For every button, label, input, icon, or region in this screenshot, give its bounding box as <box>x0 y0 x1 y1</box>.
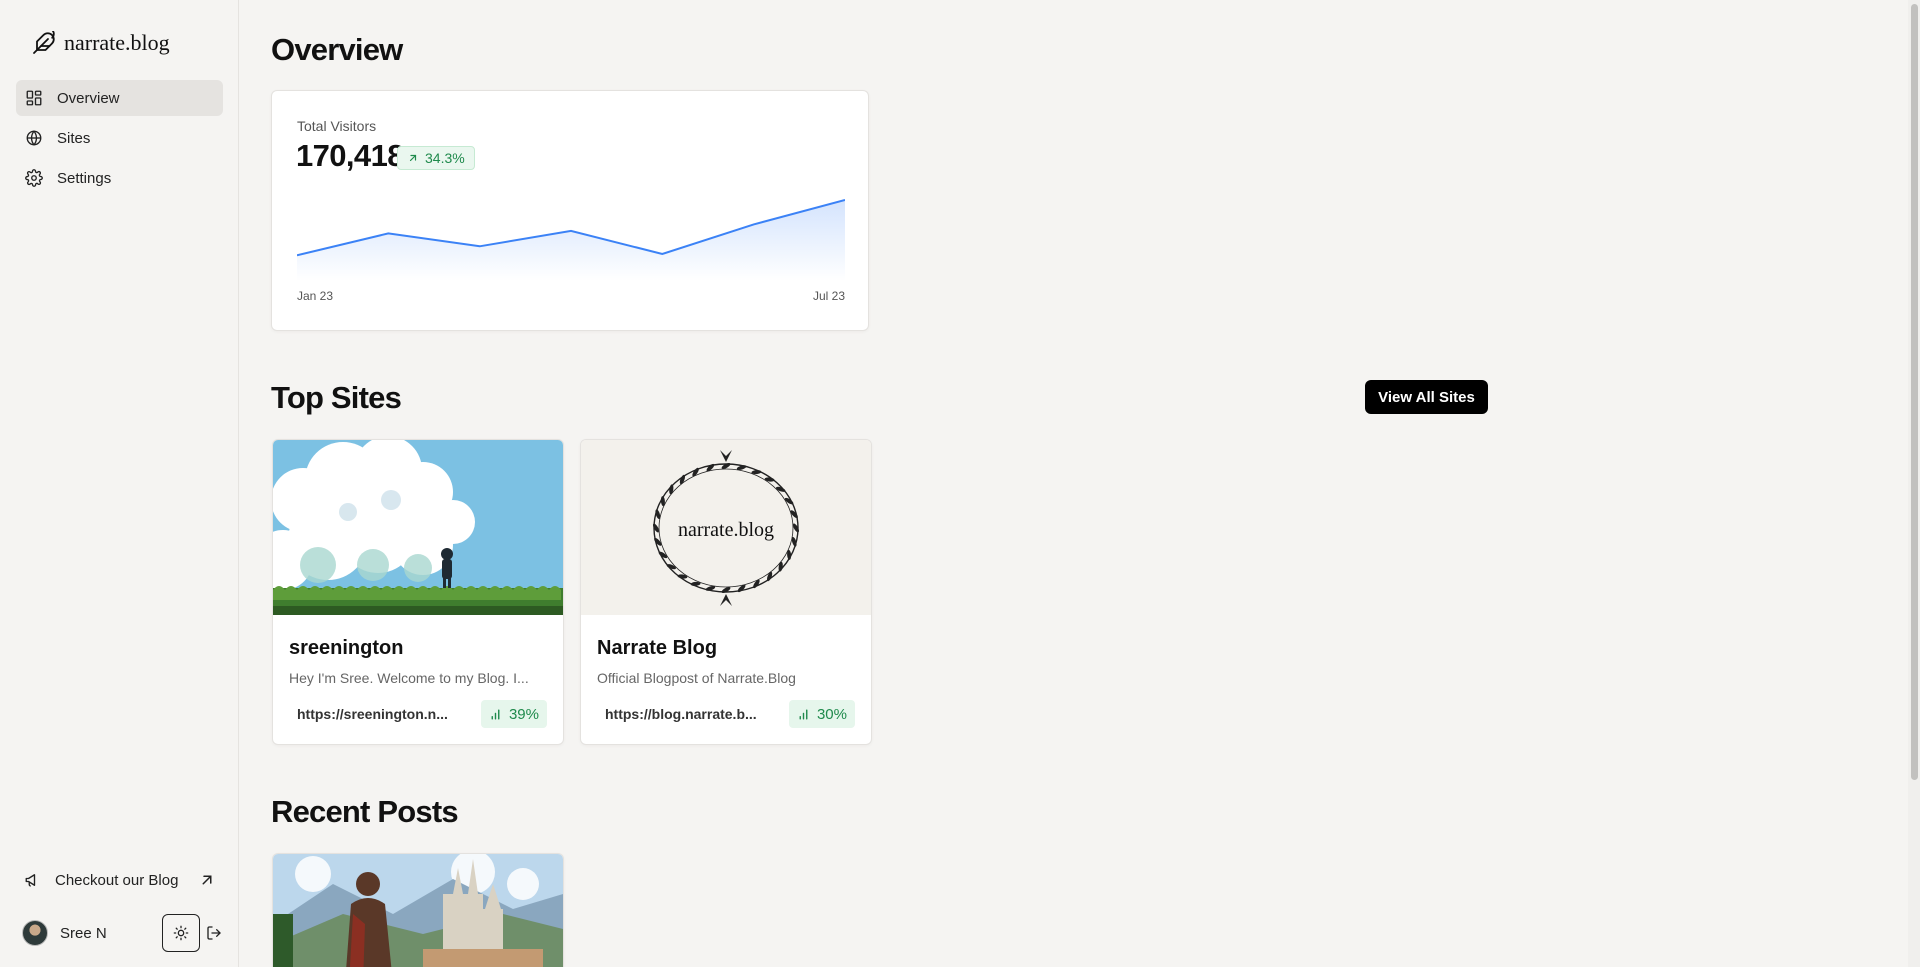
visitors-chart-area <box>297 200 845 281</box>
user-name[interactable]: Sree N <box>60 925 107 942</box>
checkout-blog-link[interactable]: Checkout our Blog <box>24 866 216 894</box>
theme-toggle-button[interactable] <box>162 914 200 952</box>
total-visitors-value: 170,418 <box>296 138 404 173</box>
chart-x-end-label: Jul 23 <box>812 289 845 303</box>
site-card-narrate-blog[interactable]: narrate.blog Narrate Blog Official Blogp… <box>580 439 872 745</box>
arrow-up-right-icon <box>202 875 212 885</box>
site-name: sreenington <box>289 637 404 659</box>
sidebar-item-overview[interactable]: Overview <box>16 80 223 116</box>
avatar[interactable] <box>22 920 48 946</box>
scrollbar-thumb[interactable] <box>1911 4 1918 780</box>
sidebar-item-settings[interactable]: Settings <box>16 160 223 196</box>
grid-icon <box>26 90 42 106</box>
checkout-blog-label: Checkout our Blog <box>55 871 179 889</box>
gear-icon <box>25 169 43 187</box>
sidebar-item-label: Sites <box>57 129 91 147</box>
globe-icon <box>26 130 42 146</box>
user-row: Sree N <box>22 913 222 953</box>
site-name: Narrate Blog <box>597 637 718 659</box>
bar-chart-icon <box>491 708 500 720</box>
sidebar: narrate.blog Overview Sites Settings Che… <box>0 0 239 967</box>
sky-landscape-image <box>273 440 563 615</box>
site-traffic-badge: 30% <box>788 700 855 728</box>
site-description: Hey I'm Sree. Welcome to my Blog. I... <box>289 670 529 686</box>
wreath-logo-image: narrate.blog <box>581 440 871 615</box>
sidebar-item-label: Overview <box>57 89 120 107</box>
visitors-change-value: 34.3% <box>425 150 465 166</box>
sidebar-item-sites[interactable]: Sites <box>16 120 223 156</box>
feather-icon <box>33 31 55 54</box>
megaphone-icon <box>25 874 36 887</box>
site-cover-image: narrate.blog <box>581 440 871 615</box>
brand-logo[interactable]: narrate.blog <box>32 28 170 58</box>
site-card-sreenington[interactable]: sreenington Hey I'm Sree. Welcome to my … <box>272 439 564 745</box>
chart-x-start-label: Jan 23 <box>297 289 334 303</box>
sidebar-item-label: Settings <box>57 169 112 187</box>
sun-icon <box>173 925 189 941</box>
page-title: Overview <box>271 32 403 67</box>
site-cover-image <box>273 440 563 615</box>
brand-name: narrate.blog <box>64 30 170 55</box>
arrow-up-right-icon <box>409 154 417 162</box>
site-traffic-badge: 39% <box>480 700 547 728</box>
wreath-logo-text: narrate.blog <box>678 519 774 541</box>
logout-button[interactable] <box>200 914 222 952</box>
visitors-chart <box>297 199 845 281</box>
visitors-change-badge: 34.3% <box>397 146 475 170</box>
post-cover-image <box>273 854 563 967</box>
page-scrollbar[interactable] <box>1908 0 1920 967</box>
bar-chart-icon <box>799 708 808 720</box>
top-sites-title: Top Sites <box>271 380 402 415</box>
logout-icon <box>207 926 221 940</box>
site-url-link[interactable]: https://blog.narrate.b... <box>605 700 761 728</box>
site-description: Official Blogpost of Narrate.Blog <box>597 670 796 686</box>
total-visitors-label: Total Visitors <box>297 118 377 134</box>
sidebar-nav: Overview Sites Settings <box>16 80 223 200</box>
site-url-link[interactable]: https://sreenington.n... <box>297 700 453 728</box>
view-all-sites-button[interactable]: View All Sites <box>1365 380 1488 414</box>
total-visitors-card: Total Visitors 170,418 34.3% Jan 23 Jul … <box>271 90 869 331</box>
recent-posts-title: Recent Posts <box>271 794 459 829</box>
post-card[interactable] <box>272 853 564 967</box>
site-traffic-percent: 30% <box>816 705 847 723</box>
site-traffic-percent: 39% <box>508 705 539 723</box>
